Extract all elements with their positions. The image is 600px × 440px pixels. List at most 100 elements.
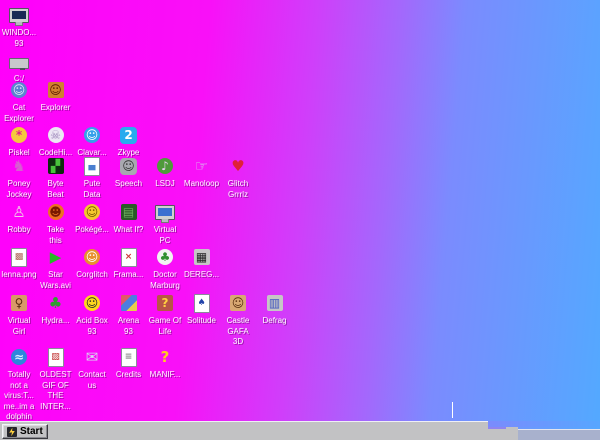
shortcut-doctor-marburg[interactable]: ♣ Doctor Marburg [147,247,183,291]
face-portrait-icon-glyph: ☺ [231,296,245,310]
shortcut-windows93[interactable]: WINDO... 93 [1,5,37,49]
data-document-icon: ▄ [84,156,100,176]
text-document-icon: ≡ [120,347,137,367]
corgi-dog-icon-glyph: ☺ [85,250,99,264]
shortcut-game-of-life[interactable]: ? Game Of Life [147,293,183,337]
shortcut-contact-us[interactable]: ✉ Contact us [74,347,110,391]
speech-face-icon-glyph: ☺ [122,159,135,173]
shortcut-dereg[interactable]: ▦ DEREG... [184,247,220,281]
shortcut-lenna-png[interactable]: ▩ lenna.png [1,247,37,281]
qr-window-icon: ▦ [193,249,210,265]
shortcut-robby[interactable]: ♙ Robby [1,202,37,236]
yellow-smiley-icon: ☺ [84,204,100,220]
wizard-icon-glyph: ☻ [49,205,62,219]
taskbar-right-tint [518,430,600,440]
document-x-icon: × [120,247,137,267]
question-mark-icon: ? [160,347,170,366]
pony-icon: ♞ [12,156,26,175]
shortcut-zkype[interactable]: 2 Zkype [111,125,147,159]
shortcut-arena-93[interactable]: Arena 93 [111,293,147,337]
shortcut-solitude[interactable]: ♠ Solitude [184,293,220,327]
pony-icon-glyph: ♞ [12,156,26,175]
shortcut-manoloop[interactable]: ☞ Manoloop [184,156,220,190]
envelope-icon-glyph: ✉ [85,347,99,366]
shortcut-cat-explorer[interactable]: ☺ Cat Explorer [1,80,37,124]
shortcut-pute-data[interactable]: ▄ Pute Data [74,156,110,200]
shortcut-explorer[interactable]: ☺ Explorer [38,80,74,114]
shortcut-piskel[interactable]: * Piskel [1,125,37,159]
shortcut-pokege[interactable]: ☺ Pokégé... [74,202,110,236]
hand-icon-glyph: ☞ [194,156,209,175]
shortcut-byte-beat[interactable]: ▞ Byte Beat [38,156,74,200]
chat-face-icon-glyph: ☺ [85,128,99,142]
text-cursor-line [452,402,453,418]
music-note-icon: ♪ [157,158,173,174]
shortcut-glitch-grrrlz[interactable]: ♥ Glitch Grrrlz [220,156,256,200]
text-document-icon-glyph: ≡ [124,351,133,362]
yellow-smiley-icon-glyph: ☺ [85,205,99,219]
computer-monitor-icon [9,8,29,26]
waveform-icon-glyph: ▞ [50,159,61,173]
data-document-icon-glyph: ▄ [88,160,96,171]
question-mark-icon-glyph: ? [160,347,170,366]
zkype-logo-icon-glyph: 2 [124,128,133,142]
shortcut-defrag[interactable]: ▥ Defrag [257,293,293,327]
lips-heart-icon: ♥ [231,156,245,175]
shortcut-castle-gafa-3d[interactable]: ☺ Castle GAFA 3D [220,293,256,348]
zkype-logo-icon: 2 [120,126,137,144]
shortcut-frama[interactable]: × Frama... [111,247,147,281]
corgi-dog-icon: ☺ [84,249,100,265]
speech-face-icon: ☺ [120,157,137,175]
acid-smiley-icon-glyph: ☺ [85,296,99,310]
plant-pot-icon-glyph: ♣ [159,250,171,264]
taskbar-cutout-step [488,427,506,429]
lips-heart-icon-glyph: ♥ [231,156,245,175]
shortcut-virtual-pc[interactable]: Virtual PC [147,202,183,246]
start-logo-icon [7,426,17,437]
shortcut-speech[interactable]: ☺ Speech [111,156,147,190]
skull-icon-glyph: ☠ [50,128,61,142]
shortcut-credits[interactable]: ≡ Credits [111,347,147,381]
shortcut-hydra[interactable]: ♣ Hydra... [38,293,74,327]
hard-drive-icon [9,58,29,70]
envelope-icon: ✉ [85,347,99,366]
skull-icon: ☠ [47,127,64,143]
dragon-icon: ♣ [49,295,62,311]
shortcut-what-if[interactable]: ▤ What If? [111,202,147,236]
paint-palette-icon-glyph: * [15,128,23,142]
waveform-icon: ▞ [47,158,64,174]
plant-pot-icon: ♣ [157,249,173,265]
shortcut-virtual-girl[interactable]: ♀ Virtual Girl [1,293,37,337]
question-sprite-icon-glyph: ? [161,296,169,310]
wizard-icon: ☻ [47,204,64,220]
shortcut-not-a-virus[interactable]: ≈ Totally not a virus:T... me..im a dolph… [1,347,37,423]
shortcut-oldest-gif[interactable]: ▨ OLDEST GIF OF THE INTER... [38,347,74,412]
image-file-icon: ▩ [11,247,27,267]
desktop-background[interactable]: WINDO... 93 C:/☺ Cat Explorer ☺ Explorer * Pis… [0,0,600,440]
taskbar[interactable]: Start [0,421,600,440]
green-window-icon: ▤ [120,204,137,220]
shortcut-acid-box-93[interactable]: ☺ Acid Box 93 [74,293,110,337]
shortcut-clavar[interactable]: ☺ Clavar... [74,125,110,159]
dolphin-icon: ≈ [11,349,27,365]
shortcut-take-this[interactable]: ☻ Take this [38,202,74,246]
gif-file-icon: ▨ [47,347,64,367]
shortcut-corglitch[interactable]: ☺ Corglitch [74,247,110,281]
start-button[interactable]: Start [2,424,48,439]
virtual-pc-monitor-icon [155,205,175,223]
icon-label: Virtual PC [153,225,177,245]
shortcut-star-wars-avi[interactable]: ▶ Star Wars.avi [38,247,74,291]
shortcut-lsdj[interactable]: ♪ LSDJ [147,156,183,190]
icon-label: WINDO... 93 [1,28,37,48]
dolphin-icon-glyph: ≈ [13,350,25,364]
cat-icon: ☺ [11,82,27,98]
icon-label: MANIF... [149,370,181,379]
shortcut-codehi[interactable]: ☠ CodeHi... [38,125,74,159]
explorer-face-icon-glyph: ☺ [49,83,62,97]
music-note-icon-glyph: ♪ [161,159,169,173]
image-file-icon-glyph: ▩ [14,251,24,262]
shortcut-poney-jockey[interactable]: ♞ Poney Jockey [1,156,37,200]
hand-icon: ☞ [194,156,209,175]
shortcut-manifesto[interactable]: ? MANIF... [147,347,183,381]
playing-card-icon-glyph: ♠ [197,297,206,308]
